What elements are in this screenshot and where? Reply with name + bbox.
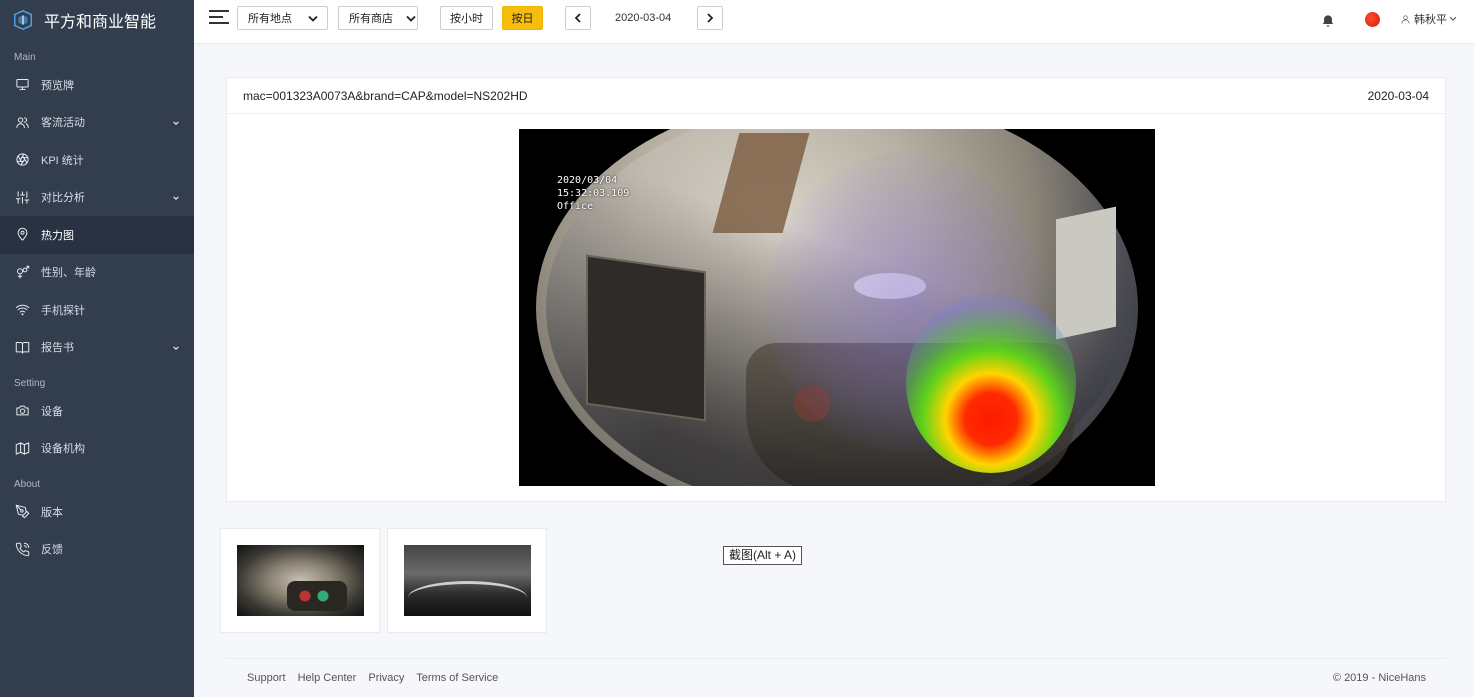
camera-icon xyxy=(14,403,30,419)
sidebar-item-gender-age[interactable]: 性别、年龄 xyxy=(0,254,194,292)
sidebar-item-label: 设备机构 xyxy=(41,443,85,456)
sidebar-item-label: 版本 xyxy=(41,506,63,519)
heatmap-image: 2020/03/04 15:32:03.109 Office xyxy=(519,129,1155,486)
footer-link-privacy[interactable]: Privacy xyxy=(368,672,404,684)
user-menu[interactable]: 韩秋平 xyxy=(1400,11,1460,27)
sidebar-item-label: 客流活动 xyxy=(41,117,85,130)
location-select-value: 所有地点 xyxy=(248,13,292,25)
sidebar-item-label: 设备 xyxy=(41,405,63,418)
chevron-down-icon xyxy=(172,343,180,351)
sidebar-item-label: 预览牌 xyxy=(41,79,74,92)
pen-tool-icon xyxy=(14,504,30,520)
section-label-main: Main xyxy=(14,52,36,63)
sidebar-item-report[interactable]: 报告书 xyxy=(0,329,194,367)
thumbnail-2[interactable] xyxy=(387,528,547,633)
card-header: mac=001323A0073A&brand=CAP&model=NS202HD… xyxy=(227,78,1445,114)
sidebar-item-feedback[interactable]: 反馈 xyxy=(0,531,194,569)
osd-label: Office xyxy=(557,201,594,212)
phone-icon xyxy=(14,541,30,557)
brand[interactable]: 平方和商业智能 xyxy=(0,0,194,40)
by-hour-button[interactable]: 按小时 xyxy=(440,6,493,30)
sidebar-item-preview[interactable]: 预览牌 xyxy=(0,66,194,104)
prev-date-button[interactable] xyxy=(565,6,591,30)
next-date-button[interactable] xyxy=(697,6,723,30)
sliders-icon xyxy=(14,189,30,205)
book-icon xyxy=(14,339,30,355)
users-icon xyxy=(14,114,30,130)
topbar: 所有地点 所有商店 按小时 按日 2020-03-04 韩秋平 xyxy=(194,0,1474,44)
gender-icon xyxy=(14,264,30,280)
chevron-down-icon xyxy=(406,14,416,23)
bell-icon[interactable] xyxy=(1320,12,1336,28)
store-select[interactable]: 所有商店 xyxy=(338,6,418,30)
camera-osd: 2020/03/04 15:32:03.109 Office xyxy=(557,174,629,213)
footer-link-terms[interactable]: Terms of Service xyxy=(416,672,498,684)
aperture-icon xyxy=(14,152,30,168)
current-date: 2020-03-04 xyxy=(615,12,672,24)
chevron-down-icon xyxy=(1449,16,1457,21)
footer: Support Help Center Privacy Terms of Ser… xyxy=(226,658,1446,697)
sidebar-item-traffic[interactable]: 客流活动 xyxy=(0,104,194,142)
sidebar-item-label: 性别、年龄 xyxy=(41,267,96,280)
copyright: © 2019 - NiceHans xyxy=(1332,672,1426,684)
chevron-down-icon xyxy=(172,193,180,201)
footer-link-support[interactable]: Support xyxy=(247,672,286,684)
heatmap-card: mac=001323A0073A&brand=CAP&model=NS202HD… xyxy=(226,77,1446,502)
monitor-icon xyxy=(14,77,30,93)
sidebar-item-label: 报告书 xyxy=(41,342,74,355)
heat-zone-high xyxy=(906,293,1076,473)
room-shelf xyxy=(586,254,706,422)
chevron-right-icon xyxy=(707,13,714,23)
sidebar-item-wifi-probe[interactable]: 手机探针 xyxy=(0,291,194,329)
user-icon xyxy=(1401,14,1410,24)
sidebar: 平方和商业智能 Main 预览牌 客流活动 KPI 统计 对比分析 热力图 性别… xyxy=(0,0,194,697)
user-name: 韩秋平 xyxy=(1414,14,1447,26)
sidebar-item-label: KPI 统计 xyxy=(41,154,84,167)
sidebar-item-version[interactable]: 版本 xyxy=(0,493,194,531)
menu-toggle-icon[interactable] xyxy=(209,10,229,28)
room-window xyxy=(1056,206,1116,340)
logo-icon xyxy=(14,10,32,30)
osd-time: 15:32:03.109 xyxy=(557,188,630,199)
sidebar-item-compare[interactable]: 对比分析 xyxy=(0,179,194,217)
chevron-down-icon xyxy=(172,118,180,126)
avatar[interactable] xyxy=(1365,12,1380,27)
sidebar-item-label: 热力图 xyxy=(41,229,74,242)
brand-name: 平方和商业智能 xyxy=(44,14,157,31)
map-pin-icon xyxy=(14,227,30,243)
screenshot-tooltip: 截图(Alt + A) xyxy=(723,546,803,565)
sidebar-item-label: 反馈 xyxy=(41,544,63,557)
sidebar-item-device-org[interactable]: 设备机构 xyxy=(0,430,194,468)
store-select-value: 所有商店 xyxy=(349,13,393,25)
by-day-button[interactable]: 按日 xyxy=(502,6,543,30)
section-label-setting: Setting xyxy=(14,378,46,389)
wifi-icon xyxy=(14,302,30,318)
map-icon xyxy=(14,440,30,456)
sidebar-item-label: 手机探针 xyxy=(41,304,85,317)
card-date: 2020-03-04 xyxy=(1367,88,1429,103)
chevron-left-icon xyxy=(574,13,581,23)
thumbnail-image xyxy=(404,545,531,616)
thumbnail-image xyxy=(237,545,364,616)
osd-date: 2020/03/04 xyxy=(557,175,618,186)
section-label-about: About xyxy=(14,479,41,490)
sidebar-item-label: 对比分析 xyxy=(41,192,85,205)
footer-links: Support Help Center Privacy Terms of Ser… xyxy=(247,672,507,684)
sidebar-item-device[interactable]: 设备 xyxy=(0,392,194,430)
chevron-down-icon xyxy=(308,14,318,23)
footer-link-help-center[interactable]: Help Center xyxy=(298,672,357,684)
sidebar-item-heatmap[interactable]: 热力图 xyxy=(0,216,194,254)
sidebar-item-kpi[interactable]: KPI 统计 xyxy=(0,141,194,179)
thumbnail-1[interactable] xyxy=(220,528,380,633)
location-select[interactable]: 所有地点 xyxy=(237,6,328,30)
device-id: mac=001323A0073A&brand=CAP&model=NS202HD xyxy=(243,88,528,103)
